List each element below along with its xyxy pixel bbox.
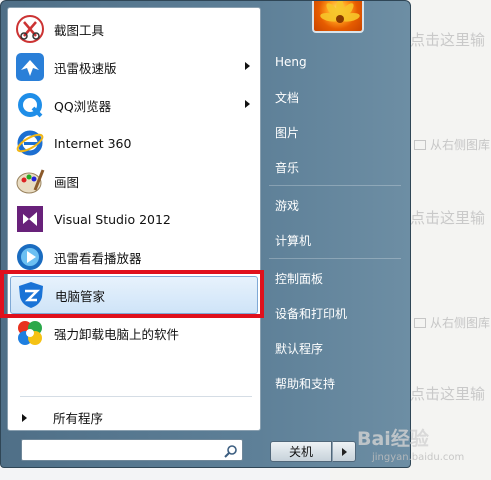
arrow-right-icon: [22, 413, 27, 422]
program-item-paint[interactable]: 画图: [10, 162, 258, 200]
image-icon: [414, 139, 426, 150]
divider: [269, 258, 401, 259]
paint-palette-icon: [14, 165, 46, 197]
bg-image-text: 从右侧图库: [414, 136, 490, 153]
shutdown-options-button[interactable]: [332, 441, 356, 462]
scissors-icon: [14, 13, 46, 45]
program-label: 强力卸载电脑上的软件: [54, 326, 180, 342]
bg-click-text: 点击这里输: [410, 384, 486, 403]
image-icon: [414, 317, 426, 328]
right-item-devices-printers[interactable]: 设备和打印机: [275, 305, 347, 322]
uninstall-pinwheel-icon: [14, 317, 46, 349]
program-label: QQ浏览器: [54, 98, 112, 114]
all-programs-label: 所有程序: [53, 411, 104, 426]
bg-click-text: 点击这里输: [410, 208, 486, 227]
arrow-right-icon: [341, 447, 347, 456]
program-label: 迅雷极速版: [54, 60, 117, 76]
submenu-arrow-icon[interactable]: [245, 100, 250, 108]
all-programs-button[interactable]: 所有程序: [22, 408, 103, 427]
program-label: Internet 360: [54, 135, 132, 151]
start-menu: 截图工具 迅雷极速版 QQ浏览器 Internet 360 画图 Visual …: [0, 0, 411, 468]
internet-explorer-icon: [14, 127, 46, 159]
right-item-documents[interactable]: 文档: [275, 89, 299, 106]
shutdown-button[interactable]: 关机: [270, 441, 332, 462]
right-item-games[interactable]: 游戏: [275, 197, 299, 214]
program-item-qq-browser[interactable]: QQ浏览器: [10, 86, 258, 124]
bg-click-text: 点击这里输: [410, 30, 486, 49]
divider: [20, 396, 252, 397]
program-item-xunlei[interactable]: 迅雷极速版: [10, 48, 258, 86]
right-item-music[interactable]: 音乐: [275, 159, 299, 176]
xunlei-player-icon: [14, 241, 46, 273]
programs-pane: 截图工具 迅雷极速版 QQ浏览器 Internet 360 画图 Visual …: [7, 7, 261, 431]
qq-browser-icon: [14, 89, 46, 121]
search-input[interactable]: [21, 439, 243, 461]
watermark-url: jingyan.baidu.com: [372, 452, 465, 463]
submenu-arrow-icon[interactable]: [245, 62, 250, 70]
program-item-internet-360[interactable]: Internet 360: [10, 124, 258, 162]
visual-studio-icon: [14, 203, 46, 235]
program-label: 画图: [54, 174, 80, 190]
highlight-box: [0, 270, 264, 318]
right-item-default-programs[interactable]: 默认程序: [275, 340, 323, 357]
program-item-snipping-tool[interactable]: 截图工具: [10, 10, 258, 48]
divider: [269, 185, 401, 186]
right-item-computer[interactable]: 计算机: [275, 232, 311, 249]
thunder-bird-icon: [14, 51, 46, 83]
bg-image-text: 从右侧图库: [414, 314, 490, 331]
flower-icon: [320, 1, 360, 23]
program-label: 迅雷看看播放器: [54, 250, 142, 266]
program-item-visual-studio[interactable]: Visual Studio 2012: [10, 200, 258, 238]
right-item-user[interactable]: Heng: [275, 55, 307, 69]
right-item-control-panel[interactable]: 控制面板: [275, 270, 323, 287]
program-label: Visual Studio 2012: [54, 211, 171, 227]
right-item-pictures[interactable]: 图片: [275, 124, 299, 141]
search-icon[interactable]: [224, 443, 238, 462]
program-label: 截图工具: [54, 22, 105, 38]
user-picture-avatar[interactable]: [312, 1, 364, 33]
program-item-uninstaller[interactable]: 强力卸载电脑上的软件: [10, 314, 258, 352]
right-item-help-support[interactable]: 帮助和支持: [275, 375, 335, 392]
watermark-brand: Bai经验: [357, 428, 429, 450]
